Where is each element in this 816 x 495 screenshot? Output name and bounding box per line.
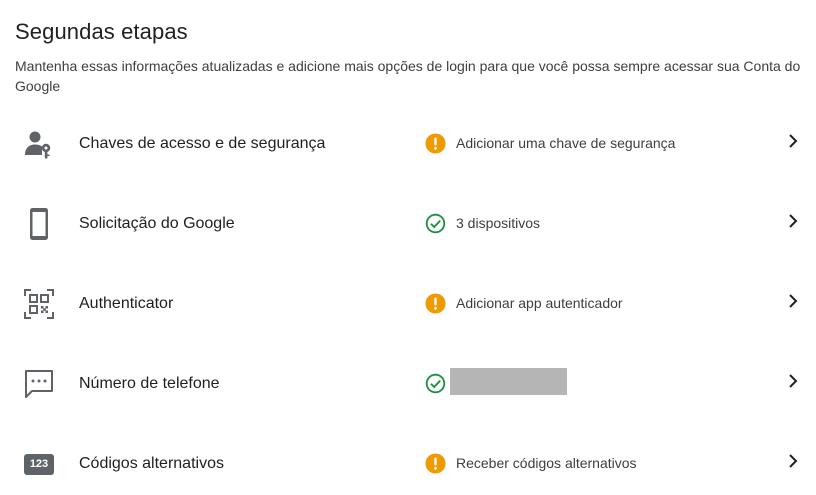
- warning-icon: [425, 453, 446, 474]
- row-label: Códigos alternativos: [79, 455, 224, 472]
- row-label: Chaves de acesso e de segurança: [79, 135, 326, 152]
- chevron-right-icon: [784, 372, 802, 390]
- row-status-text: Receber códigos alternativos: [456, 455, 637, 471]
- check-circle-icon: [425, 213, 446, 234]
- row-backup-codes[interactable]: 123 Códigos alternativos Receber códigos…: [0, 435, 816, 495]
- row-status-text: Adicionar app autenticador: [456, 295, 623, 311]
- warning-icon: [425, 133, 446, 154]
- message-icon: [22, 367, 56, 401]
- row-label: Authenticator: [79, 295, 174, 312]
- chevron-right-icon: [784, 132, 802, 150]
- redacted-phone-number: [450, 368, 567, 395]
- row-passkeys[interactable]: Chaves de acesso e de segurança Adiciona…: [0, 115, 816, 175]
- row-phone-number[interactable]: Número de telefone: [0, 355, 816, 415]
- chevron-right-icon: [784, 292, 802, 310]
- backup-codes-badge: 123: [24, 453, 54, 475]
- page-subtitle: Mantenha essas informações atualizadas e…: [15, 58, 801, 94]
- person-key-icon: [22, 127, 56, 161]
- row-status-text: Adicionar uma chave de segurança: [456, 135, 676, 151]
- check-circle-icon: [425, 373, 446, 394]
- qr-code-icon: [22, 287, 56, 321]
- row-label: Solicitação do Google: [79, 215, 235, 232]
- phone-icon: [22, 207, 56, 241]
- backup-codes-icon: 123: [22, 447, 56, 481]
- chevron-right-icon: [784, 452, 802, 470]
- row-authenticator[interactable]: Authenticator Adicionar app autenticador: [0, 275, 816, 335]
- row-label: Número de telefone: [79, 375, 220, 392]
- row-status-text: 3 dispositivos: [456, 215, 541, 231]
- row-google-prompt[interactable]: Solicitação do Google 3 dispositivos: [0, 195, 816, 255]
- page-title: Segundas etapas: [15, 19, 188, 44]
- chevron-right-icon: [784, 212, 802, 230]
- second-steps-page: Segundas etapas Mantenha essas informaçõ…: [0, 0, 816, 494]
- warning-icon: [425, 293, 446, 314]
